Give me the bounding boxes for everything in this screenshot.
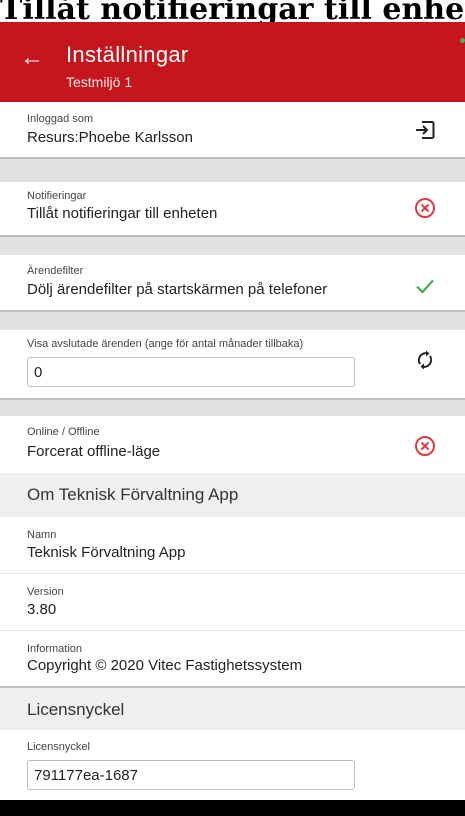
online-offline-label: Online / Offline (27, 426, 100, 438)
information-row: Information Copyright © 2020 Vitec Fasti… (0, 631, 465, 686)
page-subtitle: Testmiljö 1 (66, 74, 133, 90)
version-row: Version 3.80 (0, 574, 465, 630)
notifications-value: Tillåt notifieringar till enheten (27, 205, 218, 222)
logged-in-label: Inloggad som (27, 113, 94, 125)
information-value: Copyright © 2020 Vitec Fastighetssystem (27, 657, 303, 674)
online-offline-value: Forcerat offline-läge (27, 443, 161, 460)
section-gap (0, 310, 465, 330)
cancel-circle-icon[interactable] (413, 196, 437, 220)
logged-in-value: Resurs:Phoebe Karlsson (27, 129, 193, 146)
logged-in-section: Inloggad som Resurs:Phoebe Karlsson (0, 102, 465, 157)
logout-icon[interactable] (413, 118, 437, 142)
case-filter-section[interactable]: Ärendefilter Dölj ärendefilter på starts… (0, 255, 465, 310)
about-section-header: Om Teknisk Förvaltning App (0, 473, 465, 517)
arrow-left-icon[interactable]: ← (20, 44, 44, 72)
version-label: Version (27, 586, 64, 598)
app-name-value: Teknisk Förvaltning App (27, 544, 186, 561)
information-label: Information (27, 643, 83, 655)
license-section-header: Licensnyckel (0, 686, 465, 730)
notifications-label: Notifieringar (27, 190, 87, 202)
status-dot-icon (460, 38, 465, 43)
navigation-bar (0, 800, 465, 816)
license-label: Licensnyckel (27, 741, 90, 753)
license-row: Licensnyckel (0, 730, 465, 800)
license-header-text: Licensnyckel (27, 700, 125, 719)
license-field[interactable] (28, 761, 354, 789)
cancel-circle-icon[interactable] (413, 434, 437, 458)
app-name-row: Namn Teknisk Förvaltning App (0, 517, 465, 573)
document-heading: Tillåt notifieringar till enheten: (0, 0, 465, 22)
app-name-label: Namn (27, 529, 57, 541)
section-gap (0, 157, 465, 182)
version-value: 3.80 (27, 601, 57, 618)
case-filter-label: Ärendefilter (27, 265, 84, 277)
closed-cases-field[interactable] (28, 358, 354, 386)
closed-cases-section: Visa avslutade ärenden (ange för antal m… (0, 330, 465, 398)
notifications-section[interactable]: Notifieringar Tillåt notifieringar till … (0, 182, 465, 235)
page-title: Inställningar (66, 42, 189, 67)
closed-cases-input[interactable] (27, 357, 355, 387)
closed-cases-label: Visa avslutade ärenden (ange för antal m… (27, 338, 304, 350)
refresh-icon[interactable] (413, 348, 437, 372)
license-input[interactable] (27, 760, 355, 790)
online-offline-section[interactable]: Online / Offline Forcerat offline-läge (0, 416, 465, 473)
check-icon[interactable] (413, 274, 437, 298)
case-filter-value: Dölj ärendefilter på startskärmen på tel… (27, 281, 328, 298)
app-bar: ← Inställningar Testmiljö 1 (0, 22, 465, 102)
section-gap (0, 398, 465, 416)
section-gap (0, 235, 465, 255)
about-header-text: Om Teknisk Förvaltning App (27, 485, 239, 504)
